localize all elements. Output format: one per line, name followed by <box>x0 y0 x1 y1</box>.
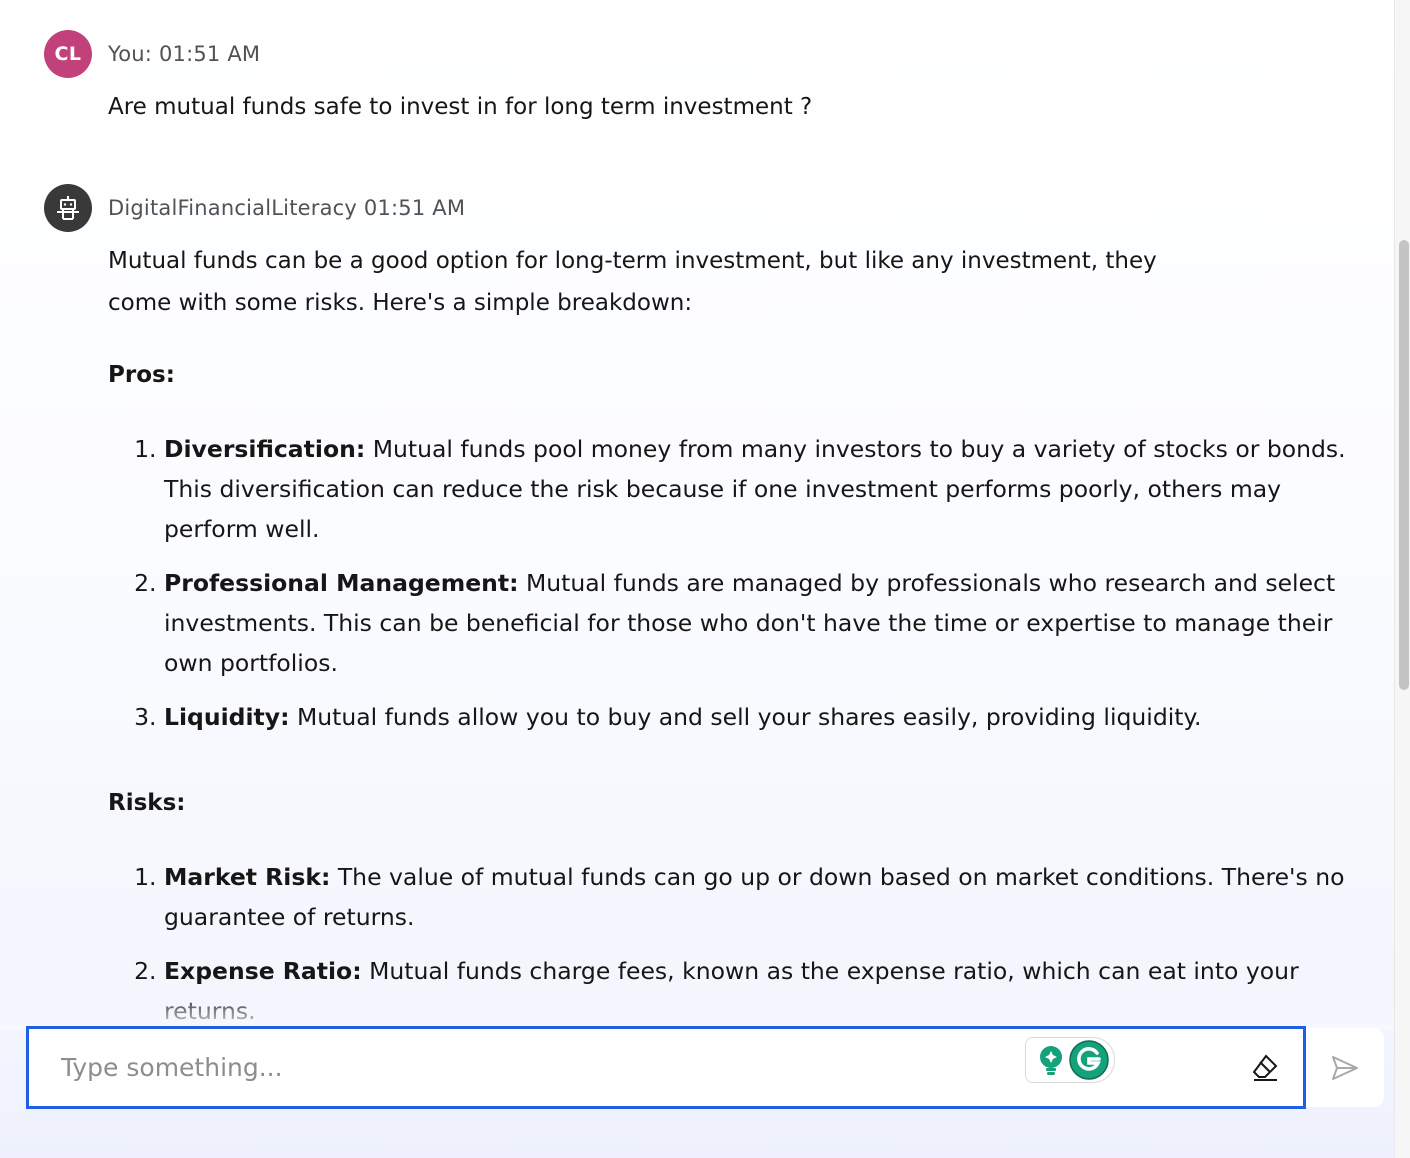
scrollbar-thumb[interactable] <box>1399 240 1409 690</box>
bot-avatar <box>44 184 92 232</box>
list-item-title: Expense Ratio: <box>164 957 362 985</box>
send-button[interactable] <box>1306 1028 1384 1107</box>
chat-area: CL You: 01:51 AM Are mutual funds safe t… <box>0 0 1394 1158</box>
list-item: Liquidity: Mutual funds allow you to buy… <box>164 697 1354 737</box>
user-message-text: Are mutual funds safe to invest in for l… <box>108 94 813 120</box>
bot-intro-line-2: come with some risks. Here's a simple br… <box>108 290 693 316</box>
list-item-title: Liquidity: <box>164 703 290 731</box>
list-item-title: Diversification: <box>164 435 366 463</box>
bot-message-header: DigitalFinancialLiteracy 01:51 AM <box>44 184 465 232</box>
user-message-header: CL You: 01:51 AM <box>44 30 260 78</box>
robot-icon <box>57 196 79 220</box>
list-item: Diversification: Mutual funds pool money… <box>164 429 1354 549</box>
pros-list: Diversification: Mutual funds pool money… <box>108 429 1354 751</box>
eraser-icon[interactable] <box>1249 1051 1281 1083</box>
bot-intro-line-1: Mutual funds can be a good option for lo… <box>108 248 1157 274</box>
bot-message-intro: Mutual funds can be a good option for lo… <box>108 240 1157 324</box>
list-item-text: The value of mutual funds can go up or d… <box>164 863 1345 931</box>
user-message-meta: You: 01:51 AM <box>108 42 261 66</box>
grammarly-widget[interactable] <box>1025 1037 1115 1083</box>
list-item: Market Risk: The value of mutual funds c… <box>164 857 1354 937</box>
list-item: Professional Management: Mutual funds ar… <box>164 563 1354 683</box>
message-input[interactable] <box>61 1029 1001 1106</box>
bot-message-meta: DigitalFinancialLiteracy 01:51 AM <box>108 196 466 220</box>
list-item-text: Mutual funds allow you to buy and sell y… <box>289 703 1202 731</box>
list-item-title: Market Risk: <box>164 863 331 891</box>
send-icon <box>1332 1055 1358 1080</box>
risks-heading: Risks: <box>108 790 186 816</box>
message-composer[interactable] <box>26 1026 1306 1109</box>
pros-heading: Pros: <box>108 362 175 388</box>
lightbulb-icon[interactable] <box>1036 1044 1066 1076</box>
scroll-fade <box>0 992 1394 1030</box>
list-item-title: Professional Management: <box>164 569 519 597</box>
grammarly-icon[interactable] <box>1068 1039 1110 1081</box>
user-avatar: CL <box>44 30 92 78</box>
